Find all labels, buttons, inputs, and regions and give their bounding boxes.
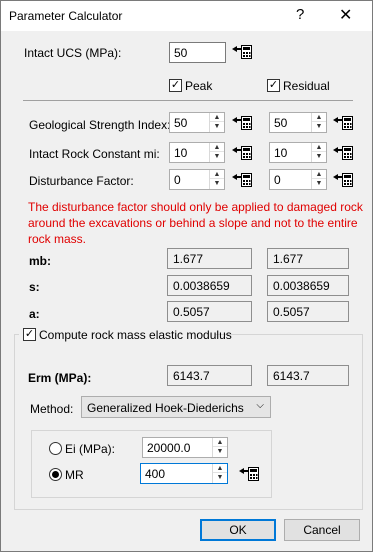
mi-peak-spinner[interactable]: 10 ▲ ▼ <box>169 142 225 163</box>
spin-up-icon[interactable]: ▲ <box>312 170 326 179</box>
method-dropdown[interactable]: Generalized Hoek-Diederichs ⌵ <box>81 396 271 418</box>
peak-label: Peak <box>185 79 213 93</box>
gsi-residual-calculator-icon[interactable] <box>332 115 354 131</box>
a-residual-value: 0.5057 <box>267 301 349 322</box>
spin-down-icon[interactable]: ▼ <box>312 179 326 188</box>
mr-radio[interactable] <box>49 468 62 481</box>
spin-down-icon[interactable]: ▼ <box>210 179 224 188</box>
a-peak-value: 0.5057 <box>167 301 252 322</box>
mi-label: Intact Rock Constant mi: <box>29 147 160 161</box>
spin-up-icon[interactable]: ▲ <box>312 143 326 152</box>
compute-elastic-label: Compute rock mass elastic modulus <box>39 328 232 342</box>
help-button[interactable]: ? <box>296 6 304 23</box>
mi-residual-calculator-icon[interactable] <box>332 145 354 161</box>
ucs-label: Intact UCS (MPa): <box>24 46 122 60</box>
close-icon[interactable]: ✕ <box>339 5 352 25</box>
gsi-residual-spinner[interactable]: 50 ▲ ▼ <box>269 112 327 133</box>
s-residual-value: 0.0038659 <box>267 275 349 296</box>
cancel-button[interactable]: Cancel <box>284 519 360 541</box>
spin-up-icon[interactable]: ▲ <box>312 113 326 122</box>
spin-up-icon[interactable]: ▲ <box>210 143 224 152</box>
disturbance-label: Disturbance Factor: <box>29 174 134 188</box>
s-label: s: <box>29 280 40 294</box>
spin-up-icon[interactable]: ▲ <box>213 438 227 447</box>
mb-residual-value: 1.677 <box>267 248 349 269</box>
ucs-calculator-icon[interactable] <box>231 44 253 60</box>
spin-down-icon[interactable]: ▼ <box>213 473 227 482</box>
mb-label: mb: <box>29 254 51 268</box>
spin-up-icon[interactable]: ▲ <box>210 113 224 122</box>
gsi-label: Geological Strength Index: <box>29 118 171 132</box>
gsi-peak-calculator-icon[interactable] <box>231 115 253 131</box>
compute-elastic-checkbox[interactable]: ✓ <box>23 328 36 341</box>
disturbance-peak-spinner[interactable]: 0 ▲ ▼ <box>169 169 225 190</box>
a-label: a: <box>29 307 40 321</box>
mr-calculator-icon[interactable] <box>238 466 260 482</box>
erm-label: Erm (MPa): <box>28 371 92 385</box>
group-header: ✓ Compute rock mass elastic modulus <box>19 326 232 342</box>
mi-residual-spinner[interactable]: 10 ▲ ▼ <box>269 142 327 163</box>
mb-peak-value: 1.677 <box>167 248 252 269</box>
gsi-peak-spinner[interactable]: 50 ▲ ▼ <box>169 112 225 133</box>
residual-checkbox[interactable]: ✓ <box>267 79 280 92</box>
ei-radio[interactable] <box>49 442 62 455</box>
disturbance-warning: The disturbance factor should only be ap… <box>28 200 363 246</box>
title-bar: Parameter Calculator ? ✕ <box>1 1 372 31</box>
spin-up-icon[interactable]: ▲ <box>210 170 224 179</box>
ucs-input[interactable]: 50 <box>169 42 226 63</box>
mi-peak-calculator-icon[interactable] <box>231 145 253 161</box>
spin-down-icon[interactable]: ▼ <box>210 122 224 131</box>
mr-label: MR <box>65 468 84 482</box>
residual-label: Residual <box>283 79 330 93</box>
disturbance-residual-spinner[interactable]: 0 ▲ ▼ <box>269 169 327 190</box>
spin-down-icon[interactable]: ▼ <box>312 152 326 161</box>
divider <box>23 100 353 101</box>
spin-up-icon[interactable]: ▲ <box>213 464 227 473</box>
ei-spinner[interactable]: 20000.0 ▲ ▼ <box>142 437 228 458</box>
mr-spinner[interactable]: 400 ▲ ▼ <box>140 463 228 484</box>
ok-button[interactable]: OK <box>200 519 276 541</box>
parameter-calculator-window: Parameter Calculator ? ✕ Intact UCS (MPa… <box>0 0 373 552</box>
ei-label: Ei (MPa): <box>65 442 116 456</box>
disturbance-peak-calculator-icon[interactable] <box>231 172 253 188</box>
erm-residual-value: 6143.7 <box>267 365 349 386</box>
peak-checkbox[interactable]: ✓ <box>169 79 182 92</box>
s-peak-value: 0.0038659 <box>167 275 252 296</box>
spin-down-icon[interactable]: ▼ <box>213 447 227 456</box>
window-title: Parameter Calculator <box>9 9 123 23</box>
spin-down-icon[interactable]: ▼ <box>312 122 326 131</box>
erm-peak-value: 6143.7 <box>167 365 252 386</box>
spin-down-icon[interactable]: ▼ <box>210 152 224 161</box>
chevron-down-icon[interactable]: ⌵ <box>256 400 264 411</box>
disturbance-residual-calculator-icon[interactable] <box>332 172 354 188</box>
method-label: Method: <box>30 402 74 416</box>
